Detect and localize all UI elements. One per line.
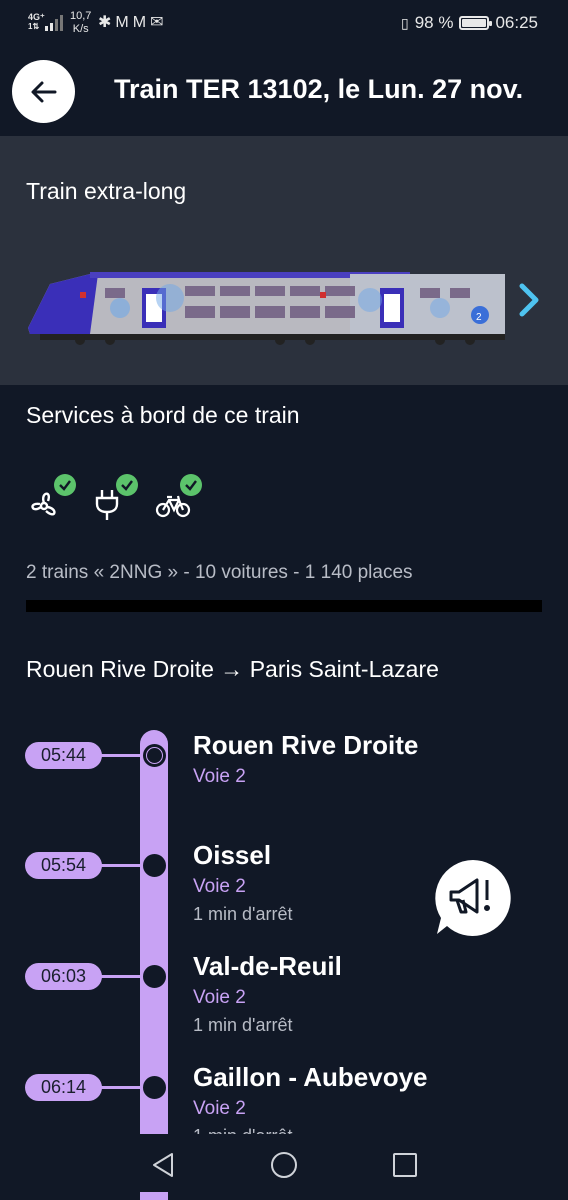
timeline-line-continuation <box>140 1192 168 1200</box>
stop-dot <box>143 1076 166 1099</box>
page-title: Train TER 13102, le Lun. 27 nov. <box>114 74 524 104</box>
check-icon <box>116 474 138 496</box>
dwell-time: 1 min d'arrêt <box>193 904 293 924</box>
departure-time: 05:54 <box>25 852 102 879</box>
mail-icon: M <box>132 14 151 31</box>
app-header: Train TER 13102, le Lun. 27 nov. <box>0 48 568 136</box>
network-type: 4G⁺ <box>28 12 45 22</box>
check-icon <box>180 474 202 496</box>
report-button[interactable] <box>433 858 513 938</box>
platform: Voie 2 <box>193 1098 246 1119</box>
station-name: Gaillon - Aubevoye <box>193 1062 428 1092</box>
departure-time: 06:03 <box>25 963 102 990</box>
bluetooth-icon: ✱ <box>98 14 116 31</box>
check-icon <box>54 474 76 496</box>
station-name: Oissel <box>193 840 272 870</box>
service-air-conditioning <box>26 474 76 524</box>
outlook-icon: ✉ <box>150 14 168 31</box>
network-activity: 1⇅ <box>28 22 40 31</box>
notification-icons: ✱MM✉ <box>98 12 167 32</box>
chevron-right-icon[interactable] <box>514 280 544 320</box>
train-capacity: 2 trains « 2NNG » - 10 voitures - 1 140 … <box>26 562 413 583</box>
service-bicycle <box>154 474 204 524</box>
system-nav-bar <box>0 1134 568 1192</box>
services-title: Services à bord de ce train <box>26 402 300 428</box>
train-image[interactable]: 2 <box>20 268 520 350</box>
nav-home-icon[interactable] <box>269 1150 299 1180</box>
station-name: Rouen Rive Droite <box>193 730 419 760</box>
signal-strength-icon <box>45 15 63 31</box>
vibrate-icon: ▯ <box>400 14 409 31</box>
platform: Voie 2 <box>193 987 246 1008</box>
arrow-left-icon <box>31 81 56 102</box>
data-speed-unit: K/s <box>72 23 89 35</box>
status-right: ▯ 98 % 06:25 <box>401 13 538 33</box>
stop-item[interactable]: 06:03 Val-de-Reuil Voie 2 1 min d'arrêt <box>0 951 568 1073</box>
stop-dot <box>143 965 166 988</box>
service-power-outlet <box>90 474 140 524</box>
nav-recents-icon[interactable] <box>390 1150 420 1180</box>
divider <box>26 600 542 612</box>
stop-item[interactable]: 05:44 Rouen Rive Droite Voie 2 <box>0 730 568 852</box>
departure-time: 06:14 <box>25 1074 102 1101</box>
route-title: Rouen Rive Droite → Paris Saint-Lazare <box>26 656 439 682</box>
dwell-time: 1 min d'arrêt <box>193 1015 293 1035</box>
mail-icon: M <box>115 14 133 31</box>
network-indicator: 4G⁺ 1⇅ <box>28 12 45 32</box>
battery-icon <box>459 16 493 30</box>
battery-level <box>462 19 487 27</box>
station-name: Val-de-Reuil <box>193 951 342 981</box>
battery-percent: 98 % <box>414 13 454 32</box>
stop-dot <box>143 744 166 767</box>
composition-title: Train extra-long <box>26 178 187 204</box>
status-bar: 4G⁺ 1⇅ 10,7 K/s ✱MM✉ ▯ 98 % 06:25 <box>0 0 568 48</box>
data-speed-value: 10,7 <box>70 10 92 22</box>
svg-text:2: 2 <box>476 312 482 323</box>
platform: Voie 2 <box>193 766 246 787</box>
platform: Voie 2 <box>193 876 246 897</box>
clock: 06:25 <box>495 13 538 32</box>
departure-time: 05:44 <box>25 742 102 769</box>
stop-dot <box>143 854 166 877</box>
data-speed: 10,7 K/s <box>70 10 91 36</box>
nav-back-icon[interactable] <box>148 1150 178 1180</box>
train-composition-panel: Train extra-long 2 <box>0 136 568 385</box>
back-button[interactable] <box>12 60 75 123</box>
